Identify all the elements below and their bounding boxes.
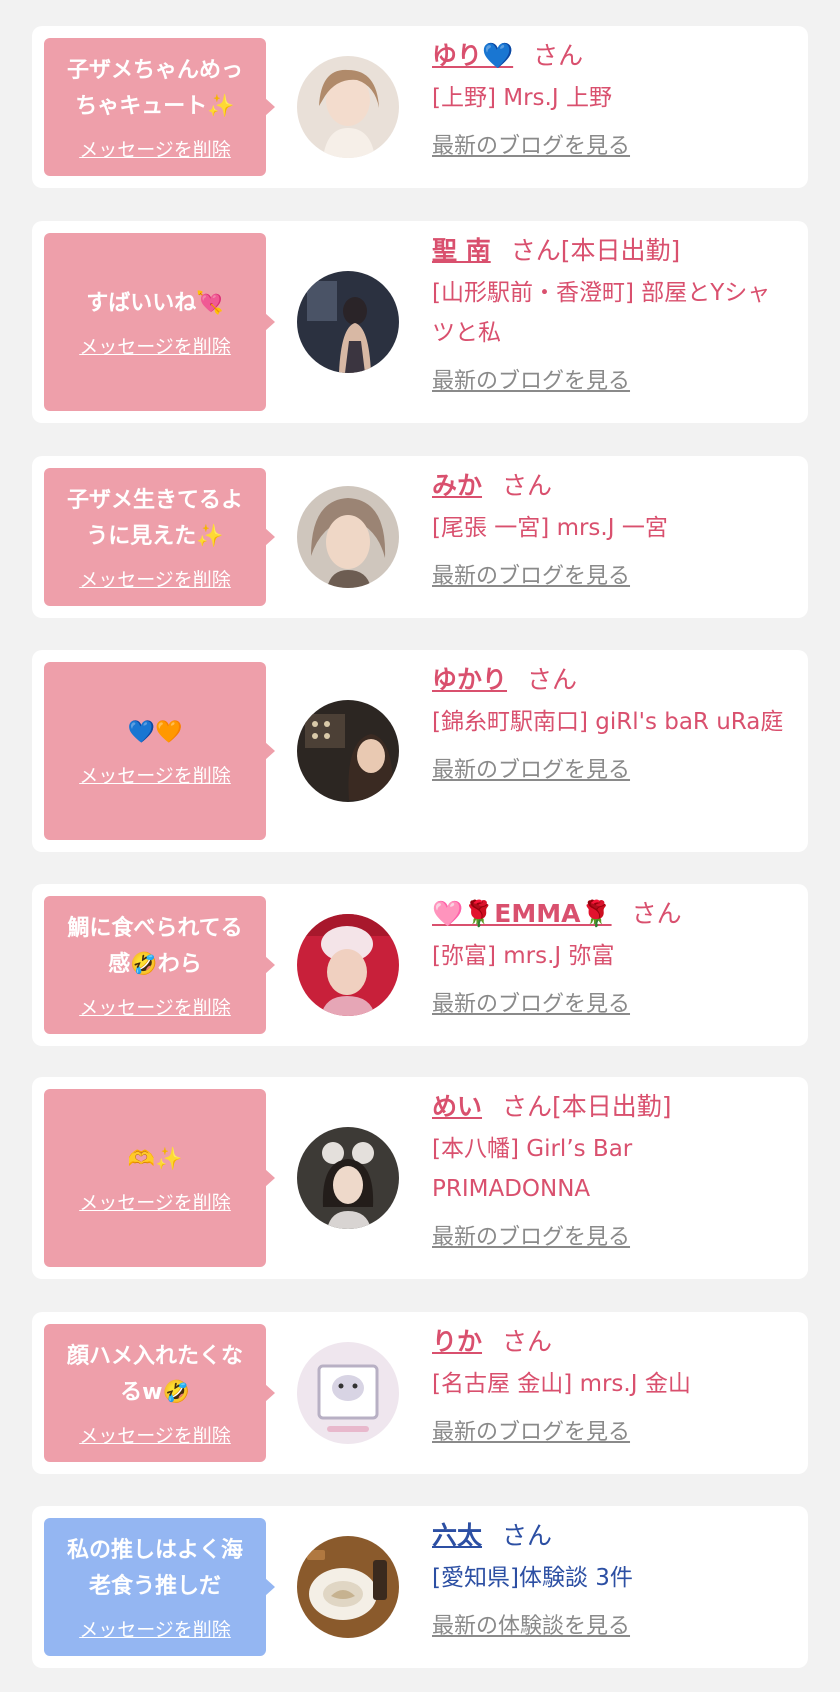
avatar[interactable] (297, 1127, 399, 1229)
delete-message-link[interactable]: メッセージを削除 (79, 135, 231, 162)
profile-name-link[interactable]: 六太 (432, 1521, 482, 1550)
avatar[interactable] (297, 271, 399, 373)
latest-blog-link[interactable]: 最新のブログを見る (432, 1219, 630, 1251)
shop-label: [名古屋 金山] mrs.J 金山 (432, 1371, 691, 1397)
message-bubble: 私の推しはよく海 老食う推しだ メッセージを削除 (44, 1518, 275, 1656)
delete-message-link[interactable]: メッセージを削除 (79, 993, 231, 1020)
profile-info: 六太 さん [愛知県]体験談 3件 最新の体験談を見る (432, 1516, 788, 1640)
message-text: 私の推しはよく海 老食う推しだ (66, 1537, 243, 1599)
profile-name-link[interactable]: ゆかり (432, 665, 507, 694)
profile-name-link[interactable]: ゆり💙 (432, 41, 513, 70)
message-text: すばいいね💘 (86, 290, 224, 316)
message-card: 顔ハメ入れたくな るw🤣 メッセージを削除 りか さん [名古屋 金山] mrs.… (32, 1312, 808, 1474)
latest-blog-link[interactable]: 最新のブログを見る (432, 128, 630, 160)
message-card: 🫶✨ メッセージを削除 めい さん[本日出勤] [本八幡] Girl’s Bar … (32, 1077, 808, 1279)
delete-message-link[interactable]: メッセージを削除 (79, 1421, 231, 1448)
profile-info: 🩷🌹EMMA🌹 さん [弥富] mrs.J 弥富 最新のブログを見る (432, 894, 788, 1018)
profile-info: ゆかり さん [錦糸町駅南口] giRl's baR uRa庭 最新のブログを見る (432, 660, 788, 784)
profile-name-link[interactable]: 聖 南 (432, 236, 491, 265)
avatar[interactable] (297, 56, 399, 158)
delete-message-link[interactable]: メッセージを削除 (79, 761, 231, 788)
message-bubble: 鯛に食べられてる 感🤣わら メッセージを削除 (44, 896, 275, 1034)
avatar[interactable] (297, 1536, 399, 1638)
latest-blog-link[interactable]: 最新のブログを見る (432, 1414, 630, 1446)
message-bubble: 💙🧡 メッセージを削除 (44, 662, 275, 840)
message-card: 私の推しはよく海 老食う推しだ メッセージを削除 六太 さん [愛知県]体験談 3… (32, 1506, 808, 1668)
message-card: すばいいね💘 メッセージを削除 聖 南さん[本日出勤] [山形駅前・香澄町] 部… (32, 221, 808, 423)
shop-label: [上野] Mrs.J 上野 (432, 85, 612, 111)
message-bubble: 顔ハメ入れたくな るw🤣 メッセージを削除 (44, 1324, 275, 1462)
shop-label: [本八幡] Girl’s Bar PRIMADONNA (432, 1136, 633, 1202)
latest-blog-link[interactable]: 最新のブログを見る (432, 363, 630, 395)
message-text: 子ザメちゃんめっ ちゃキュート✨ (66, 57, 243, 119)
message-bubble: すばいいね💘 メッセージを削除 (44, 233, 275, 411)
avatar[interactable] (297, 486, 399, 588)
shop-label: [愛知県]体験談 3件 (432, 1565, 633, 1591)
message-text: 🫶✨ (127, 1146, 183, 1172)
profile-name-link[interactable]: りか (432, 1327, 482, 1356)
profile-name-link[interactable]: めい (432, 1092, 482, 1121)
shop-label: [錦糸町駅南口] giRl's baR uRa庭 (432, 709, 784, 735)
honorific: さん (502, 1327, 553, 1356)
latest-blog-link[interactable]: 最新のブログを見る (432, 558, 630, 590)
message-bubble: 子ザメちゃんめっ ちゃキュート✨ メッセージを削除 (44, 38, 275, 176)
shop-label: [弥富] mrs.J 弥富 (432, 943, 615, 969)
delete-message-link[interactable]: メッセージを削除 (79, 565, 231, 592)
delete-message-link[interactable]: メッセージを削除 (79, 332, 231, 359)
profile-info: みか さん [尾張 一宮] mrs.J 一宮 最新のブログを見る (432, 466, 788, 590)
honorific: さん (533, 41, 584, 70)
avatar[interactable] (297, 1342, 399, 1444)
honorific: さん[本日出勤] (502, 1092, 672, 1121)
delete-message-link[interactable]: メッセージを削除 (79, 1188, 231, 1215)
message-card: 鯛に食べられてる 感🤣わら メッセージを削除 🩷🌹EMMA🌹 さん [弥富] mr… (32, 884, 808, 1046)
message-bubble: 子ザメ生きてるよ うに見えた✨ メッセージを削除 (44, 468, 275, 606)
latest-blog-link[interactable]: 最新のブログを見る (432, 752, 630, 784)
honorific: さん (631, 899, 682, 928)
honorific: さん (527, 665, 578, 694)
message-card: 💙🧡 メッセージを削除 ゆかり さん [錦糸町駅南口] giRl's baR uR… (32, 650, 808, 852)
profile-info: ゆり💙 さん [上野] Mrs.J 上野 最新のブログを見る (432, 36, 788, 160)
latest-experience-link[interactable]: 最新の体験談を見る (432, 1608, 630, 1640)
message-text: 顔ハメ入れたくな るw🤣 (66, 1343, 243, 1405)
honorific: さん[本日出勤] (510, 236, 681, 265)
honorific: さん (502, 471, 553, 500)
avatar[interactable] (297, 700, 399, 802)
message-text: 💙🧡 (127, 719, 183, 745)
message-text: 子ザメ生きてるよ うに見えた✨ (66, 487, 243, 549)
message-card: 子ザメ生きてるよ うに見えた✨ メッセージを削除 みか さん [尾張 一宮] mr… (32, 456, 808, 618)
message-bubble: 🫶✨ メッセージを削除 (44, 1089, 275, 1267)
shop-label: [尾張 一宮] mrs.J 一宮 (432, 515, 668, 541)
latest-blog-link[interactable]: 最新のブログを見る (432, 986, 630, 1018)
profile-info: りか さん [名古屋 金山] mrs.J 金山 最新のブログを見る (432, 1322, 788, 1446)
message-text: 鯛に食べられてる 感🤣わら (67, 915, 243, 977)
honorific: さん (502, 1521, 553, 1550)
message-card: 子ザメちゃんめっ ちゃキュート✨ メッセージを削除 ゆり💙 さん [上野] Mrs… (32, 26, 808, 188)
profile-name-link[interactable]: みか (432, 471, 482, 500)
avatar[interactable] (297, 914, 399, 1016)
profile-info: めい さん[本日出勤] [本八幡] Girl’s Bar PRIMADONNA 最… (432, 1087, 788, 1251)
profile-name-link[interactable]: 🩷🌹EMMA🌹 (432, 899, 612, 928)
delete-message-link[interactable]: メッセージを削除 (79, 1615, 231, 1642)
shop-label: [山形駅前・香澄町] 部屋とYシャツと私 (432, 280, 771, 346)
profile-info: 聖 南さん[本日出勤] [山形駅前・香澄町] 部屋とYシャツと私 最新のブログを… (432, 231, 788, 395)
